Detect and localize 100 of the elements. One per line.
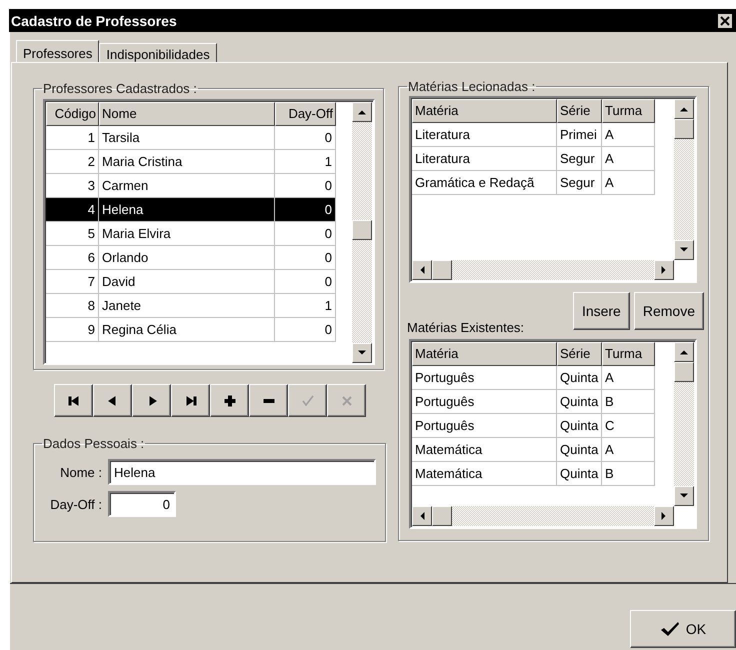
table-cell: 5 <box>46 222 99 246</box>
column-header[interactable]: Série <box>557 99 602 123</box>
table-row[interactable]: 8 Janete 1 <box>46 294 352 318</box>
table-cell: 9 <box>46 318 99 342</box>
column-header[interactable]: Nome <box>99 102 275 126</box>
scroll-down-button[interactable] <box>674 240 694 260</box>
tab[interactable]: Indisponibilidades <box>99 43 217 62</box>
table-cell: 4 <box>46 198 99 222</box>
scroll-thumb[interactable] <box>432 260 452 280</box>
vertical-scrollbar[interactable] <box>674 342 694 506</box>
table-cell: Janete <box>99 294 275 318</box>
table-cell: 0 <box>275 246 336 270</box>
skip-start-icon <box>66 394 80 406</box>
table-cell: 0 <box>275 126 336 150</box>
plus-icon <box>222 394 236 406</box>
table-row[interactable]: 9 Regina Célia 0 <box>46 318 352 342</box>
column-header[interactable]: Turma <box>602 342 655 366</box>
delete-button[interactable] <box>249 384 288 417</box>
vertical-scrollbar[interactable] <box>352 102 372 363</box>
skip-end-icon <box>184 394 198 406</box>
up-triangle-icon <box>680 348 688 356</box>
table-cell: Quinta <box>557 462 602 486</box>
table-cell: 1 <box>46 126 99 150</box>
down-triangle-icon <box>680 492 688 500</box>
scroll-thumb[interactable] <box>674 362 694 382</box>
group-title: Matérias Lecionadas : <box>407 79 536 94</box>
input-field[interactable]: Helena <box>108 459 376 485</box>
table-cell: Matemática <box>412 438 557 462</box>
group-title: Professores Cadastrados : <box>42 81 198 96</box>
table-cell: Português <box>412 366 557 390</box>
group-title: Dados Pessoais : <box>42 436 146 451</box>
input-field[interactable]: 0 <box>108 491 176 517</box>
table-cell: Literatura <box>412 147 557 171</box>
table-cell: Gramática e Redaçã <box>412 171 557 195</box>
table-cell: Quinta <box>557 438 602 462</box>
scroll-thumb[interactable] <box>352 220 372 240</box>
scroll-left-button[interactable] <box>412 506 432 526</box>
table-cell: B <box>602 462 655 486</box>
scroll-up-button[interactable] <box>674 342 694 362</box>
last-button[interactable] <box>171 384 210 417</box>
insert-button[interactable]: Insere <box>572 292 630 330</box>
table-row[interactable]: 6 Orlando 0 <box>46 246 352 270</box>
down-triangle-icon <box>358 349 366 357</box>
close-icon[interactable] <box>718 14 732 28</box>
down-triangle-icon <box>680 246 688 254</box>
table-row[interactable]: 5 Maria Elvira 0 <box>46 222 352 246</box>
table-cell: 7 <box>46 270 99 294</box>
up-triangle-icon <box>680 105 688 113</box>
column-header[interactable]: Matéria <box>412 342 557 366</box>
scroll-right-button[interactable] <box>654 260 674 280</box>
table-cell: Português <box>412 414 557 438</box>
column-header[interactable]: Day-Off <box>275 102 336 126</box>
scroll-down-button[interactable] <box>674 486 694 506</box>
check-icon <box>300 394 314 406</box>
ok-button[interactable]: OK <box>630 610 736 648</box>
table-cell: Segur <box>557 171 602 195</box>
table-cell: 0 <box>275 318 336 342</box>
table-cell: Literatura <box>412 123 557 147</box>
scroll-thumb[interactable] <box>432 506 452 526</box>
first-button[interactable] <box>54 384 93 417</box>
right-triangle-icon <box>660 266 668 274</box>
left-triangle-icon <box>418 266 426 274</box>
insert-button[interactable] <box>210 384 249 417</box>
table-cell: David <box>99 270 275 294</box>
table-cell: 0 <box>275 222 336 246</box>
vertical-scrollbar[interactable] <box>674 99 694 260</box>
remove-button[interactable]: Remove <box>634 292 704 330</box>
next-button[interactable] <box>132 384 171 417</box>
table-cell: Maria Elvira <box>99 222 275 246</box>
table-cell: Matemática <box>412 462 557 486</box>
column-header[interactable]: Código <box>46 102 99 126</box>
scroll-thumb[interactable] <box>674 119 694 139</box>
table-cell: 0 <box>275 198 336 222</box>
table-cell: 8 <box>46 294 99 318</box>
table-cell: Tarsila <box>99 126 275 150</box>
table-cell: Helena <box>99 198 275 222</box>
prior-button[interactable] <box>93 384 132 417</box>
table-cell: 1 <box>275 294 336 318</box>
column-header[interactable]: Matéria <box>412 99 557 123</box>
scroll-up-button[interactable] <box>674 99 694 119</box>
table-row[interactable]: 2 Maria Cristina 1 <box>46 150 352 174</box>
scroll-down-button[interactable] <box>352 343 372 363</box>
table-cell: A <box>602 438 655 462</box>
table-cell: Regina Célia <box>99 318 275 342</box>
scroll-left-button[interactable] <box>412 260 432 280</box>
table-cell: Primei <box>557 123 602 147</box>
check-icon <box>660 621 680 637</box>
table-row[interactable]: 7 David 0 <box>46 270 352 294</box>
column-header[interactable]: Série <box>557 342 602 366</box>
window-title: Cadastro de Professores <box>11 12 177 28</box>
right-triangle-icon <box>660 512 668 520</box>
field-label: Nome : <box>59 464 102 480</box>
table-row[interactable]: 4 Helena 0 <box>46 198 352 222</box>
table-cell: Segur <box>557 147 602 171</box>
column-header[interactable]: Turma <box>602 99 655 123</box>
scroll-up-button[interactable] <box>352 102 372 122</box>
left-triangle-icon <box>418 512 426 520</box>
tab[interactable]: Professores <box>16 40 100 62</box>
table-row[interactable]: 1 Tarsila 0 <box>46 126 352 150</box>
scroll-right-button[interactable] <box>654 506 674 526</box>
